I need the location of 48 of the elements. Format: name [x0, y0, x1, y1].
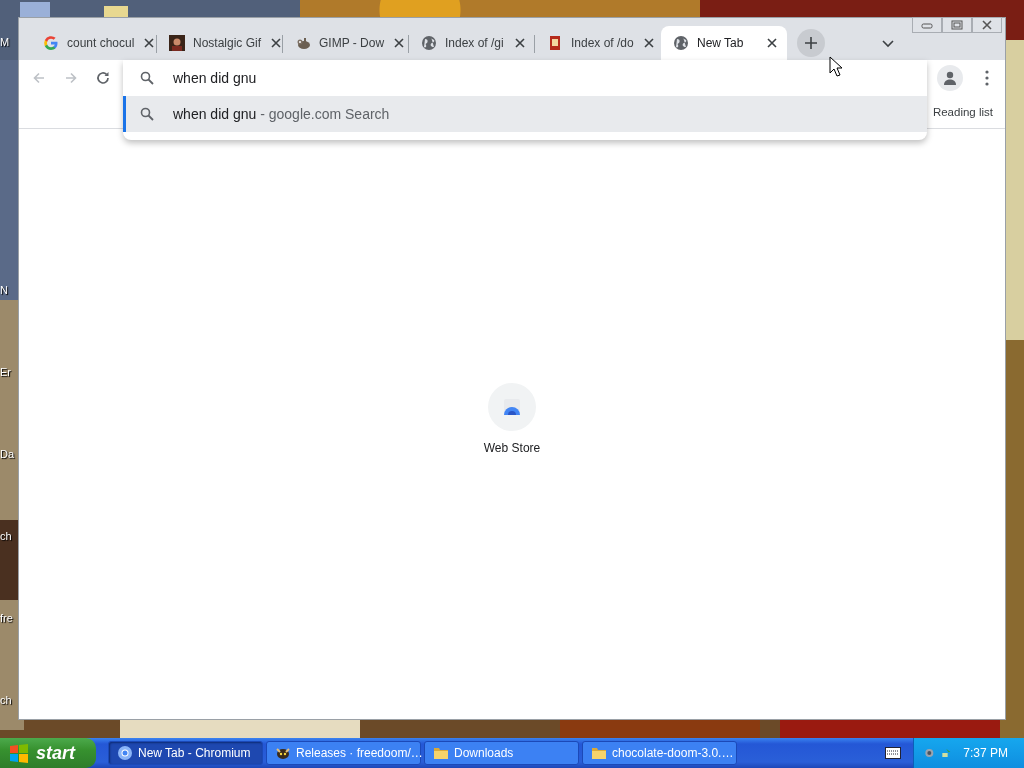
- reading-list-button[interactable]: Reading list: [930, 104, 995, 120]
- profile-button[interactable]: [937, 65, 963, 91]
- close-icon[interactable]: [269, 36, 284, 50]
- taskbar-button[interactable]: Releases · freedoom/…: [266, 741, 421, 765]
- browser-tab[interactable]: count chocul: [31, 26, 157, 60]
- close-icon: [981, 20, 993, 30]
- folder-icon: [591, 745, 607, 761]
- close-icon[interactable]: [392, 36, 407, 50]
- taskbar-button[interactable]: Downloads: [424, 741, 579, 765]
- search-suggestion[interactable]: when did gnu - google.com Search: [123, 96, 927, 132]
- start-button[interactable]: start: [0, 738, 96, 768]
- keyboard-icon[interactable]: [885, 747, 901, 759]
- minimize-icon: [921, 21, 933, 29]
- arrow-left-icon: [31, 70, 47, 86]
- globe-icon: [673, 35, 689, 51]
- desktop-icon-label[interactable]: M: [0, 36, 10, 48]
- close-button[interactable]: [972, 17, 1002, 33]
- browser-tab[interactable]: Index of /do: [535, 26, 661, 60]
- portrait-thumbnail-icon: [169, 35, 185, 51]
- address-field[interactable]: when did gnu: [173, 70, 873, 86]
- folder-icon: [433, 745, 449, 761]
- flag-icon: [8, 742, 30, 764]
- menu-icon: [985, 70, 989, 86]
- close-icon[interactable]: [641, 36, 656, 50]
- close-icon[interactable]: [142, 36, 157, 50]
- desktop-icon-label[interactable]: N: [0, 284, 8, 296]
- close-icon[interactable]: [513, 36, 527, 50]
- web-store-shortcut[interactable]: Web Store: [479, 379, 545, 459]
- desktop-icon-label[interactable]: ch: [0, 530, 12, 542]
- taskbar-button[interactable]: New Tab - Chromium: [108, 741, 263, 765]
- search-icon: [139, 70, 155, 86]
- browser-tab[interactable]: Index of /gi: [409, 26, 535, 60]
- search-icon: [139, 106, 155, 122]
- browser-tab[interactable]: Nostalgic Gif: [157, 26, 283, 60]
- plus-icon: [804, 36, 818, 50]
- browser-tab[interactable]: GIMP - Dow: [283, 26, 409, 60]
- clock: 7:37 PM: [963, 746, 1008, 760]
- demon-icon: [275, 745, 291, 761]
- taskbar-button[interactable]: chocolate-doom-3.0.…: [582, 741, 737, 765]
- document-icon: [547, 35, 563, 51]
- browser-tab[interactable]: New Tab: [661, 26, 787, 60]
- person-icon: [942, 70, 958, 86]
- globe-icon: [421, 35, 437, 51]
- close-icon[interactable]: [765, 36, 779, 50]
- reload-icon: [95, 70, 111, 86]
- restore-icon: [951, 20, 963, 30]
- new-tab-button[interactable]: [797, 29, 825, 57]
- arrow-right-icon: [63, 70, 79, 86]
